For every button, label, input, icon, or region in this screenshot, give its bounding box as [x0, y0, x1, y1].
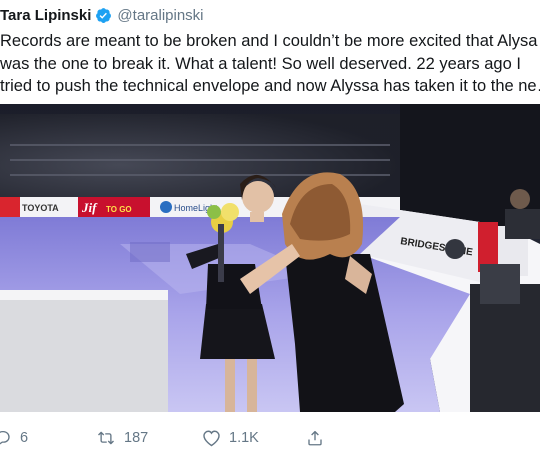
jif-to-go-sign: TO GO — [106, 205, 132, 214]
tweet-text-line: tried to push the technical envelope and… — [0, 77, 540, 95]
verified-badge-icon — [95, 7, 112, 24]
arena-photo: TOYOTA Jif TO GO HomeLight BRIDGESTONE — [0, 104, 540, 412]
tweet-actions: 6 187 1.1K — [0, 426, 540, 450]
reply-button[interactable]: 6 — [0, 426, 28, 450]
tweet: Tara Lipinski @taralipinski Records are … — [0, 0, 540, 454]
tweet-text-line: Records are meant to be broken and I cou… — [0, 32, 538, 50]
reply-icon — [0, 429, 12, 447]
tweet-text: Records are meant to be broken and I cou… — [0, 30, 540, 98]
retweet-count: 187 — [124, 430, 149, 446]
like-button[interactable]: 1.1K — [202, 426, 259, 450]
heart-icon — [202, 429, 221, 447]
display-name[interactable]: Tara Lipinski — [0, 7, 91, 24]
tweet-photo[interactable]: TOYOTA Jif TO GO HomeLight BRIDGESTONE — [0, 104, 540, 412]
jif-sign: Jif — [81, 200, 98, 215]
user-handle[interactable]: @taralipinski — [117, 7, 203, 24]
retweet-button[interactable]: 187 — [96, 426, 148, 450]
tweet-text-line: was the one to break it. What a talent! … — [0, 54, 521, 73]
like-count: 1.1K — [229, 430, 259, 446]
toyota-sign: TOYOTA — [22, 203, 59, 213]
retweet-icon — [96, 429, 116, 447]
share-button[interactable] — [306, 426, 324, 450]
reply-count: 6 — [20, 430, 29, 446]
tweet-header: Tara Lipinski @taralipinski — [0, 4, 204, 26]
share-icon — [306, 429, 324, 447]
